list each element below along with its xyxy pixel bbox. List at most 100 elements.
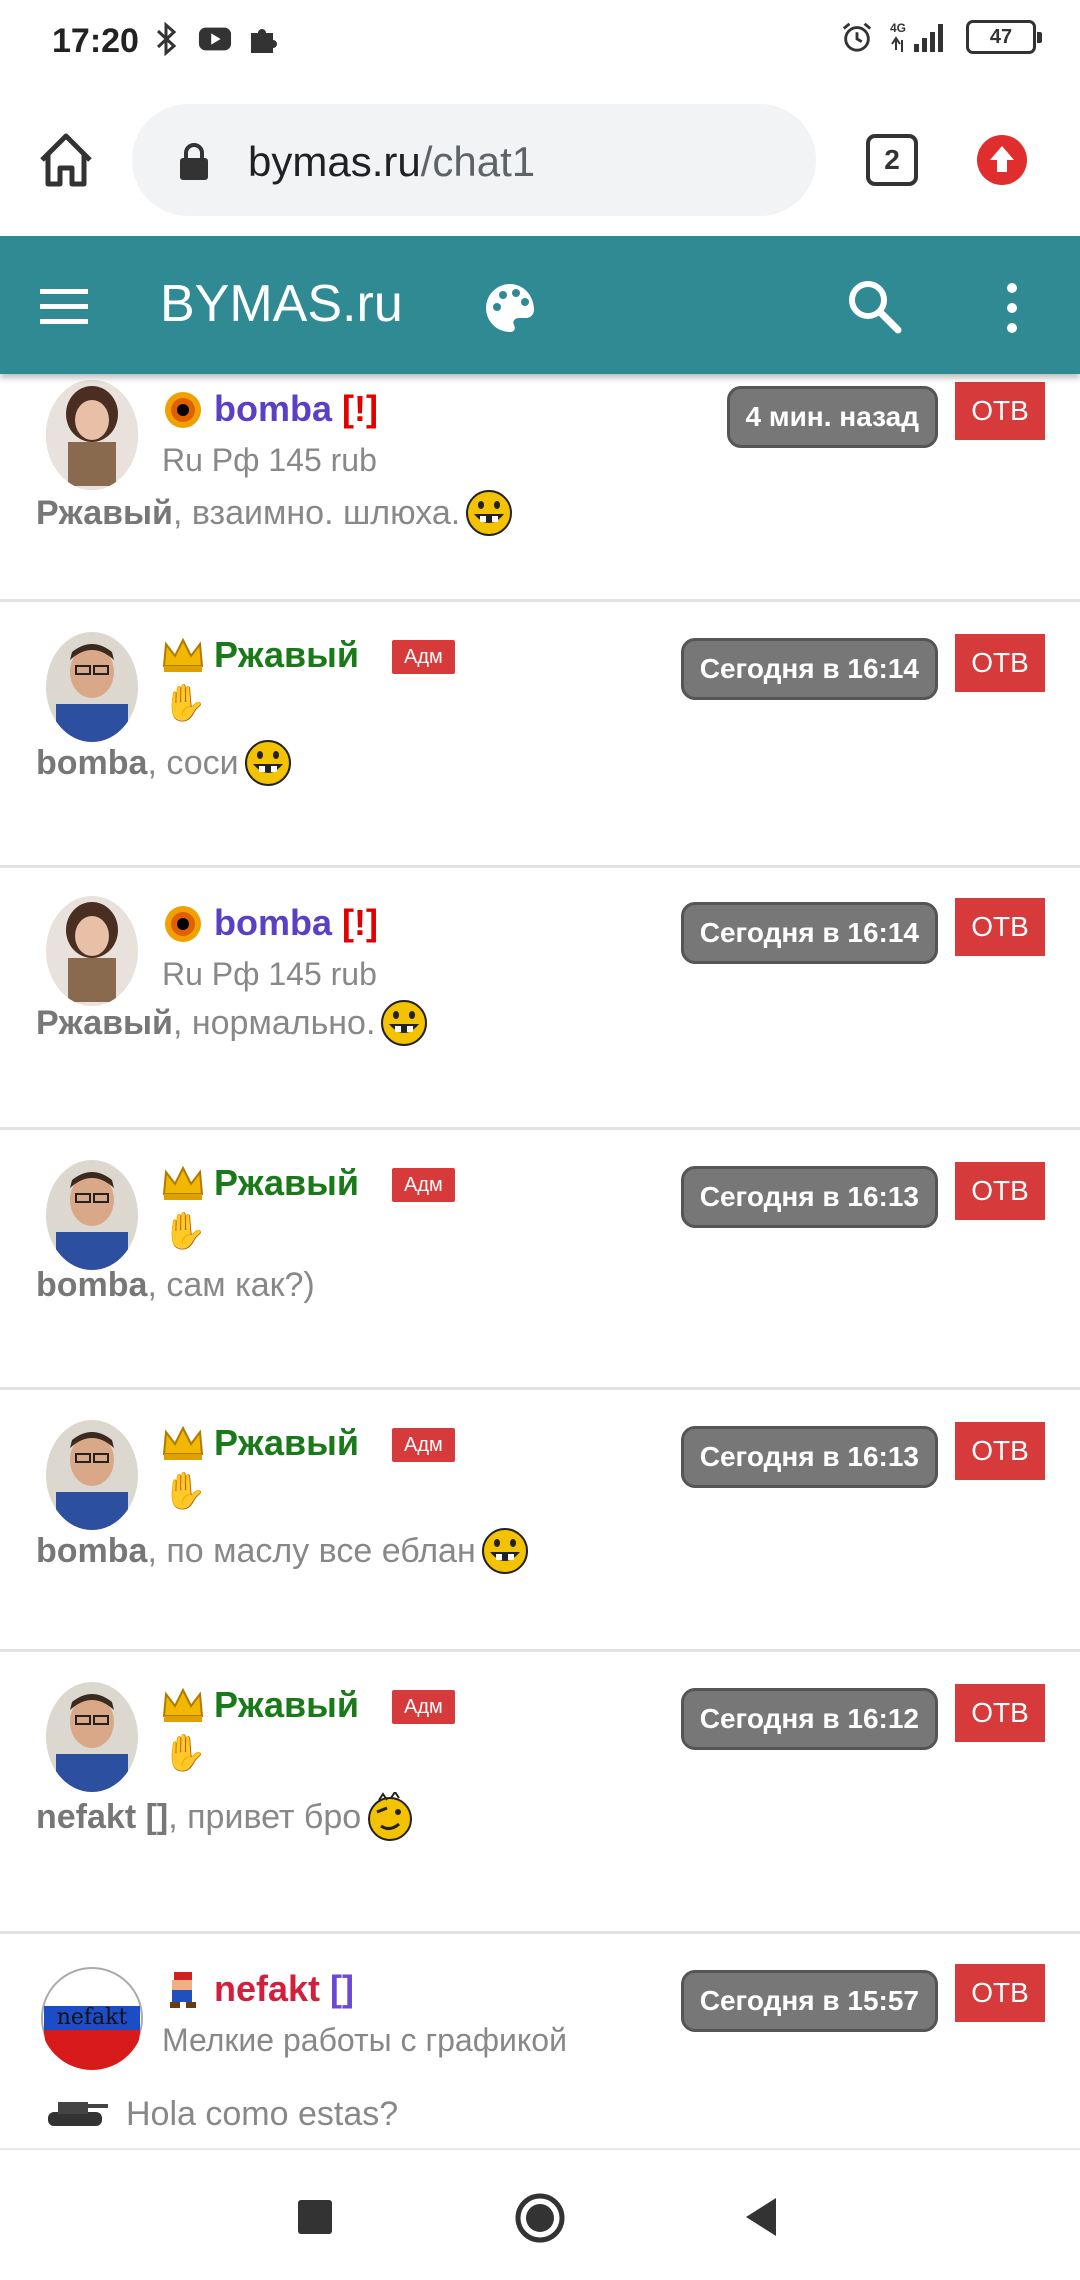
bluetooth-icon xyxy=(150,22,184,56)
hand-icon: ✋ xyxy=(162,682,207,723)
crown-icon xyxy=(160,1686,206,1726)
search-icon[interactable] xyxy=(846,278,902,334)
rank-icon xyxy=(160,904,206,944)
username[interactable]: bomba [!] xyxy=(214,388,378,430)
reply-button[interactable]: ОТВ xyxy=(955,382,1045,440)
avatar[interactable] xyxy=(46,1420,138,1530)
username[interactable]: Ржавый xyxy=(214,1162,359,1204)
admin-badge: Адм xyxy=(392,1690,455,1724)
username[interactable]: Ржавый xyxy=(214,1684,359,1726)
system-nav-bar xyxy=(0,2148,1080,2280)
user-flag: [!] xyxy=(342,388,378,429)
message-body: , нормально. xyxy=(172,1003,376,1042)
lock-icon xyxy=(178,142,210,180)
site-title[interactable]: BYMAS.ru xyxy=(160,274,403,334)
chat-message: Ржавый Адм ✋ Сегодня в 16:14 ОТВ bomba, … xyxy=(0,602,1080,868)
home-circle-icon[interactable] xyxy=(514,2192,566,2244)
user-flag: [!] xyxy=(342,902,378,943)
browser-toolbar: bymas.ru/chat1 2 xyxy=(0,88,1080,236)
chat-feed: bomba [!] Ru Рф 145 rub 4 мин. назад ОТВ… xyxy=(0,374,1080,2148)
more-options-icon[interactable] xyxy=(990,280,1034,336)
avatar[interactable] xyxy=(46,1160,138,1270)
username[interactable]: Ржавый xyxy=(214,634,359,676)
reply-button[interactable]: ОТВ xyxy=(955,1684,1045,1742)
user-status: Мелкие работы с графикой xyxy=(162,2022,567,2058)
username-text: nefakt xyxy=(214,1968,321,2009)
message-text: Ржавый, нормально. xyxy=(36,998,429,1048)
reply-button[interactable]: ОТВ xyxy=(955,1162,1045,1220)
chat-message: bomba [!] Ru Рф 145 rub Сегодня в 16:14 … xyxy=(0,868,1080,1130)
addressee[interactable]: bomba xyxy=(36,1532,147,1571)
menu-icon[interactable] xyxy=(40,286,88,326)
message-time: Сегодня в 16:13 xyxy=(680,1166,938,1228)
battery-icon: 47 xyxy=(966,20,1042,54)
tab-switcher-button[interactable]: 2 xyxy=(866,134,918,186)
puzzle-icon xyxy=(246,22,280,56)
grin-smiley-icon xyxy=(379,998,429,1048)
username[interactable]: Ржавый xyxy=(214,1422,359,1464)
avatar[interactable] xyxy=(46,1682,138,1792)
message-time: Сегодня в 16:14 xyxy=(680,638,938,700)
site-header: BYMAS.ru xyxy=(0,236,1080,374)
mario-icon xyxy=(160,1970,206,2010)
message-time: 4 мин. назад xyxy=(726,386,938,448)
message-text: Ржавый, взаимно. шлюха. xyxy=(36,488,514,538)
hand-icon: ✋ xyxy=(162,1210,207,1251)
chat-message: bomba [!] Ru Рф 145 rub 4 мин. назад ОТВ… xyxy=(0,374,1080,602)
grin-smiley-icon xyxy=(480,1526,530,1576)
tank-icon xyxy=(40,2094,110,2134)
grin-smiley-icon xyxy=(464,488,514,538)
crown-icon xyxy=(160,1164,206,1204)
addressee[interactable]: nefakt [] xyxy=(36,1798,168,1837)
avatar[interactable] xyxy=(46,632,138,742)
network-type-label: 4G xyxy=(890,21,906,35)
signal-icon: 4G xyxy=(890,20,950,54)
reply-button[interactable]: ОТВ xyxy=(955,634,1045,692)
admin-badge: Адм xyxy=(392,640,455,674)
reply-button[interactable]: ОТВ xyxy=(955,1964,1045,2022)
url-text: bymas.ru/chat1 xyxy=(248,138,535,186)
avatar[interactable]: nefakt xyxy=(40,1966,144,2070)
chat-message: Ржавый Адм ✋ Сегодня в 16:12 ОТВ nefakt … xyxy=(0,1652,1080,1934)
wink-smiley-icon xyxy=(365,1790,415,1842)
svg-text:nefakt: nefakt xyxy=(57,2005,128,2030)
username-text: bomba xyxy=(214,902,333,943)
admin-badge: Адм xyxy=(392,1428,455,1462)
message-time: Сегодня в 16:12 xyxy=(680,1688,938,1750)
recent-apps-icon[interactable] xyxy=(298,2200,332,2234)
reply-button[interactable]: ОТВ xyxy=(955,1422,1045,1480)
back-icon[interactable] xyxy=(740,2194,780,2240)
message-time: Сегодня в 16:13 xyxy=(680,1426,938,1488)
addressee[interactable]: Ржавый xyxy=(36,494,173,533)
avatar[interactable] xyxy=(46,380,138,490)
avatar[interactable] xyxy=(46,896,138,1006)
addressee[interactable]: bomba xyxy=(36,744,147,783)
username[interactable]: bomba [!] xyxy=(214,902,378,944)
url-path: /chat1 xyxy=(420,138,536,185)
status-bar: 17:20 4G 47 xyxy=(0,0,1080,88)
update-icon[interactable] xyxy=(976,134,1028,186)
user-status: Ru Рф 145 rub xyxy=(162,956,377,992)
message-body: , привет бро xyxy=(168,1797,362,1836)
reply-button[interactable]: ОТВ xyxy=(955,898,1045,956)
addressee[interactable]: bomba xyxy=(36,1266,147,1305)
palette-icon[interactable] xyxy=(482,280,538,336)
home-icon[interactable] xyxy=(34,128,98,192)
message-body: , соси xyxy=(147,743,239,782)
url-bar[interactable]: bymas.ru/chat1 xyxy=(132,104,816,216)
rank-icon xyxy=(160,390,206,430)
message-time: Сегодня в 16:14 xyxy=(680,902,938,964)
message-body: , сам как?) xyxy=(147,1266,315,1304)
battery-level: 47 xyxy=(989,25,1013,48)
username[interactable]: nefakt [] xyxy=(214,1968,354,2010)
message-body: , взаимно. шлюха. xyxy=(172,493,461,532)
chat-message: nefakt nefakt [] Мелкие работы с графико… xyxy=(0,1934,1080,2148)
addressee[interactable]: Ржавый xyxy=(36,1004,173,1043)
alarm-icon xyxy=(840,20,874,54)
url-host: bymas.ru xyxy=(248,138,421,185)
user-status: Ru Рф 145 rub xyxy=(162,442,377,478)
message-time: Сегодня в 15:57 xyxy=(680,1970,938,2032)
hand-icon: ✋ xyxy=(162,1470,207,1511)
hand-icon: ✋ xyxy=(162,1732,207,1773)
message-text: bomba, по маслу все еблан xyxy=(36,1526,530,1576)
